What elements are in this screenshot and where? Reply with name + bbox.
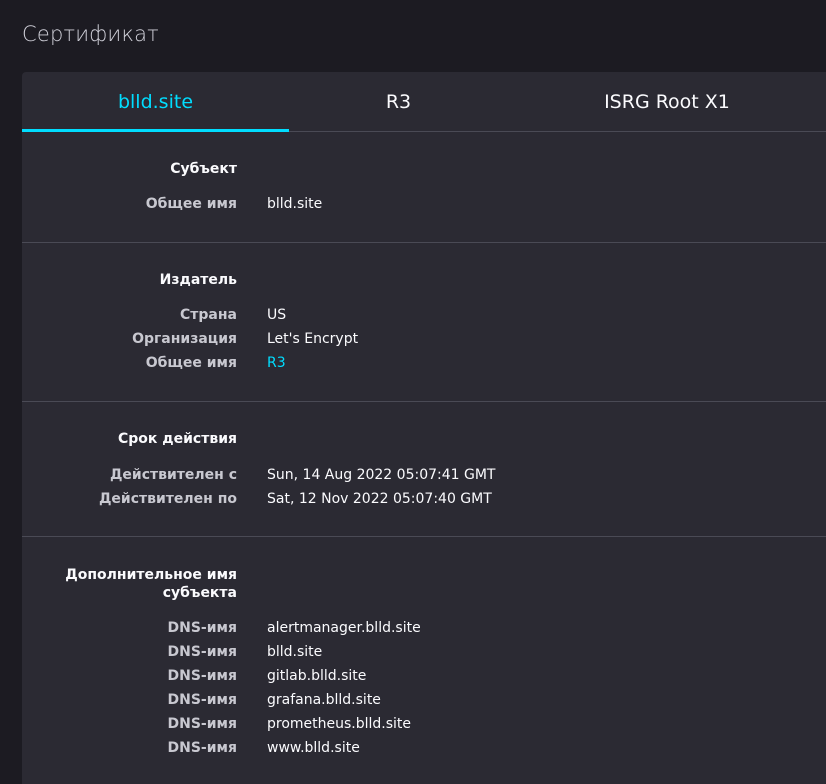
issuer-heading: Издатель — [159, 272, 237, 288]
subject-heading: Субъект — [170, 161, 237, 177]
san-section: Дополнительное имя субъекта DNS-имя aler… — [22, 537, 826, 784]
field-label: Общее имя — [145, 355, 237, 371]
tab-isrg-root-x1[interactable]: ISRG Root X1 — [508, 72, 826, 131]
field-value: US — [267, 307, 287, 323]
subject-common-name-row: Общее имя blld.site — [22, 192, 826, 216]
field-value: Sun, 14 Aug 2022 05:07:41 GMT — [267, 467, 496, 483]
field-value: grafana.blld.site — [267, 692, 381, 708]
tab-blld-site[interactable]: blld.site — [22, 72, 289, 132]
tab-r3[interactable]: R3 — [289, 72, 508, 131]
san-heading-line1: Дополнительное имя — [65, 567, 237, 583]
san-dns-row: DNS-имя www.blld.site — [22, 736, 826, 760]
issuer-common-name-row: Общее имя R3 — [22, 351, 826, 375]
san-dns-row: DNS-имя blld.site — [22, 640, 826, 664]
field-label: DNS-имя — [167, 692, 237, 708]
issuer-organization-row: Организация Let's Encrypt — [22, 327, 826, 351]
field-label: DNS-имя — [167, 716, 237, 732]
issuer-country-row: Страна US — [22, 303, 826, 327]
field-value: alertmanager.blld.site — [267, 620, 421, 636]
field-label: Действителен по — [98, 491, 237, 507]
field-value: gitlab.blld.site — [267, 668, 367, 684]
field-value: Let's Encrypt — [267, 331, 359, 347]
subject-section: Субъект Общее имя blld.site — [22, 132, 826, 243]
certificate-tabs: blld.site R3 ISRG Root X1 — [22, 72, 826, 132]
field-value: www.blld.site — [267, 740, 360, 756]
san-dns-row: DNS-имя prometheus.blld.site — [22, 712, 826, 736]
san-dns-row: DNS-имя gitlab.blld.site — [22, 664, 826, 688]
certificate-card: blld.site R3 ISRG Root X1 Субъект Общее … — [22, 72, 826, 784]
validity-not-after-row: Действителен по Sat, 12 Nov 2022 05:07:4… — [22, 487, 826, 511]
field-label: Общее имя — [145, 196, 237, 212]
field-value: blld.site — [267, 644, 323, 660]
validity-heading: Срок действия — [118, 431, 237, 447]
san-dns-row: DNS-имя grafana.blld.site — [22, 688, 826, 712]
san-dns-row: DNS-имя alertmanager.blld.site — [22, 616, 826, 640]
issuer-common-name-link[interactable]: R3 — [267, 351, 286, 375]
field-value: blld.site — [267, 196, 323, 212]
field-label: Страна — [180, 307, 237, 323]
issuer-section: Издатель Страна US Организация Let's Enc… — [22, 243, 826, 402]
san-heading: Дополнительное имя субъекта — [37, 566, 237, 602]
field-label: DNS-имя — [167, 668, 237, 684]
field-value: prometheus.blld.site — [267, 716, 412, 732]
san-heading-line2: субъекта — [162, 585, 237, 601]
field-label: DNS-имя — [167, 620, 237, 636]
field-label: DNS-имя — [167, 644, 237, 660]
field-value: Sat, 12 Nov 2022 05:07:40 GMT — [267, 491, 492, 507]
validity-not-before-row: Действителен с Sun, 14 Aug 2022 05:07:41… — [22, 463, 826, 487]
field-label: Организация — [132, 331, 237, 347]
page-title: Сертификат — [22, 22, 159, 46]
field-label: Действителен с — [109, 467, 237, 483]
validity-section: Срок действия Действителен с Sun, 14 Aug… — [22, 402, 826, 537]
field-label: DNS-имя — [167, 740, 237, 756]
